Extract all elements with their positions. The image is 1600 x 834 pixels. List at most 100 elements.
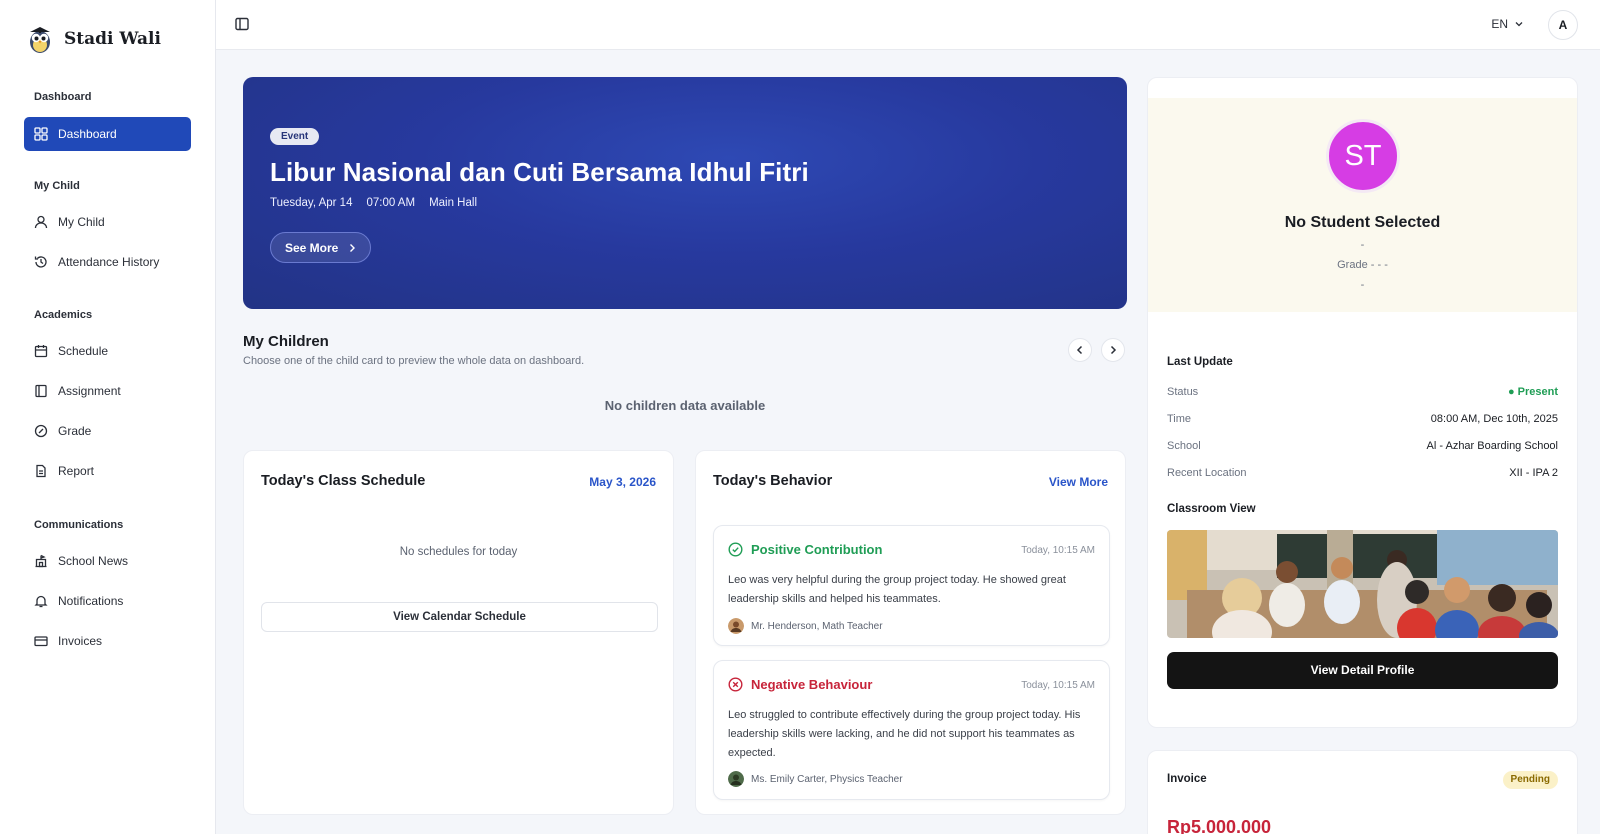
behavior-text: Leo was very helpful during the group pr… — [728, 574, 1066, 605]
behavior-type: Positive Contribution — [728, 542, 882, 557]
brand-name: Stadi Wali — [64, 29, 161, 49]
location-value: XII - IPA 2 — [1509, 467, 1558, 479]
school-icon — [35, 554, 47, 568]
invoice-card: Invoice Pending Rp5.000.000 — [1147, 750, 1578, 834]
invoice-status-badge: Pending — [1502, 771, 1558, 789]
event-location: Main Hall — [429, 197, 477, 209]
sidebar-item-notifications[interactable]: Notifications — [24, 584, 191, 618]
grade-icon — [34, 424, 48, 438]
invoice-amount: Rp5.000.000 — [1167, 817, 1272, 834]
sidebar-item-label: Dashboard — [58, 127, 117, 141]
behavior-type: Negative Behaviour — [728, 677, 872, 692]
chevron-right-icon — [1110, 345, 1117, 355]
behavior-type-label: Negative Behaviour — [751, 677, 873, 692]
behavior-author-name: Mr. Henderson, Math Teacher — [751, 620, 883, 632]
language-label: EN — [1491, 17, 1508, 31]
time-row: Time 08:00 AM, Dec 10th, 2025 — [1167, 413, 1558, 425]
sidebar-item-attendance-history[interactable]: Attendance History — [24, 245, 191, 279]
grid-icon — [34, 127, 48, 141]
topbar: EN A — [216, 0, 1600, 50]
no-schedule-message: No schedules for today — [399, 546, 518, 558]
sidebar-item-report[interactable]: Report — [24, 454, 191, 488]
brand[interactable]: Stadi Wali — [26, 24, 161, 54]
student-avatar: ST — [1326, 119, 1400, 193]
student-grade: Grade - - - — [1337, 259, 1388, 271]
sidebar-toggle-icon[interactable] — [234, 16, 250, 32]
user-icon — [34, 215, 48, 229]
teacher-avatar — [728, 618, 744, 634]
chevron-down-icon — [1515, 22, 1523, 27]
behavior-time: Today, 10:15 AM — [1021, 680, 1095, 691]
event-time: 07:00 AM — [366, 197, 416, 209]
view-calendar-button[interactable]: View Calendar Schedule — [261, 602, 658, 632]
x-circle-icon — [728, 677, 743, 692]
history-icon — [34, 256, 47, 268]
chevron-right-icon — [350, 243, 356, 252]
school-key: School — [1167, 440, 1201, 452]
sidebar-item-label: My Child — [58, 215, 105, 229]
calendar-icon — [34, 345, 48, 358]
my-children-title: My Children — [243, 333, 329, 350]
behavior-author-name: Ms. Emily Carter, Physics Teacher — [751, 773, 903, 785]
student-name: No Student Selected — [1284, 214, 1441, 231]
behavior-text: Leo struggled to contribute effectively … — [728, 709, 1081, 759]
behavior-card: Today's Behavior View More Positive Cont… — [695, 450, 1126, 815]
user-avatar[interactable]: A — [1548, 10, 1578, 40]
status-value: ● Present — [1507, 386, 1558, 398]
last-update-title: Last Update — [1167, 356, 1233, 368]
report-icon — [36, 464, 46, 478]
behavior-title: Today's Behavior — [713, 473, 833, 489]
behavior-author: Ms. Emily Carter, Physics Teacher — [728, 771, 903, 787]
status-text: Present — [1517, 386, 1558, 398]
behavior-item-negative[interactable]: Negative Behaviour Today, 10:15 AM Leo s… — [713, 660, 1110, 800]
teacher-avatar — [728, 771, 744, 787]
nav-section-communications: Communications — [34, 519, 124, 531]
sidebar-item-schedule[interactable]: Schedule — [24, 334, 191, 368]
chevron-left-icon — [1076, 345, 1083, 355]
card-icon — [34, 636, 48, 647]
see-more-label: See More — [285, 240, 339, 255]
see-more-button[interactable]: See More — [270, 232, 372, 263]
children-next-button[interactable] — [1101, 338, 1125, 362]
behavior-type-label: Positive Contribution — [751, 542, 883, 557]
behavior-author: Mr. Henderson, Math Teacher — [728, 618, 883, 634]
time-value: 08:00 AM, Dec 10th, 2025 — [1430, 413, 1558, 425]
event-date: Tuesday, Apr 14 — [270, 197, 353, 209]
student-line-3: - — [1360, 279, 1365, 291]
sidebar: Stadi Wali Dashboard Dashboard My Child … — [0, 0, 216, 834]
sidebar-item-label: Notifications — [58, 594, 124, 608]
sidebar-item-label: Grade — [58, 424, 92, 438]
behavior-item-positive[interactable]: Positive Contribution Today, 10:15 AM Le… — [713, 525, 1110, 646]
schedule-date: May 3, 2026 — [589, 475, 656, 489]
time-key: Time — [1167, 413, 1192, 425]
no-children-message: No children data available — [604, 398, 766, 413]
sidebar-item-assignment[interactable]: Assignment — [24, 374, 191, 408]
event-meta: Tuesday, Apr 14 07:00 AM Main Hall — [270, 197, 477, 209]
status-key: Status — [1167, 386, 1199, 398]
nav-section-my-child: My Child — [34, 180, 80, 192]
location-row: Recent Location XII - IPA 2 — [1167, 467, 1558, 479]
invoice-title: Invoice — [1167, 773, 1207, 785]
view-more-link[interactable]: View More — [1049, 475, 1108, 489]
sidebar-item-my-child[interactable]: My Child — [24, 205, 191, 239]
sidebar-item-grade[interactable]: Grade — [24, 414, 191, 448]
children-prev-button[interactable] — [1068, 338, 1092, 362]
check-circle-icon — [728, 542, 743, 557]
sidebar-item-school-news[interactable]: School News — [24, 544, 191, 578]
classroom-photo — [1167, 530, 1558, 638]
schedule-title: Today's Class Schedule — [261, 473, 426, 489]
sidebar-item-label: School News — [58, 554, 129, 568]
status-row: Status ● Present — [1167, 386, 1558, 398]
location-key: Recent Location — [1167, 467, 1247, 479]
book-icon — [35, 384, 47, 398]
sidebar-item-label: Assignment — [58, 384, 121, 398]
language-selector[interactable]: EN — [1491, 17, 1524, 31]
view-detail-profile-button[interactable]: View Detail Profile — [1167, 652, 1558, 689]
sidebar-item-invoices[interactable]: Invoices — [24, 624, 191, 658]
event-tag: Event — [270, 128, 320, 145]
sidebar-item-label: Attendance History — [58, 255, 160, 269]
event-banner: Event Libur Nasional dan Cuti Bersama Id… — [243, 77, 1127, 309]
behavior-time: Today, 10:15 AM — [1021, 545, 1095, 556]
sidebar-item-label: Invoices — [58, 634, 103, 648]
sidebar-item-dashboard[interactable]: Dashboard — [24, 117, 191, 151]
